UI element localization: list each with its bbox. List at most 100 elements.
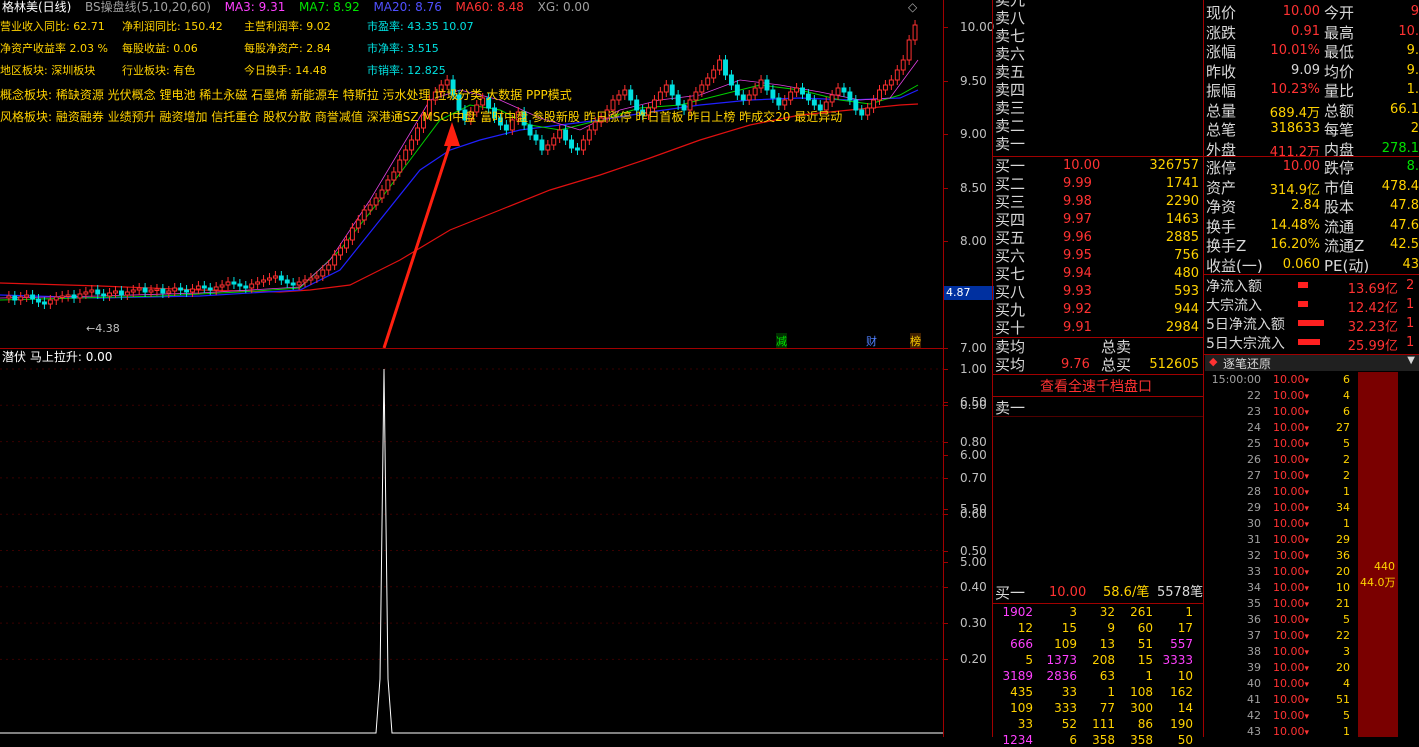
buy-level-price: 9.96 — [1063, 230, 1092, 245]
candle-body — [800, 87, 805, 95]
queue-cell: 109 — [1054, 637, 1077, 651]
queue-cell: 109 — [1010, 701, 1033, 715]
chart-header: 格林美(日线) BS操盘线(5,10,20,60) MA3: 9.31 MA7:… — [2, 0, 590, 16]
gear-icon[interactable]: ◆ — [1209, 355, 1217, 368]
candle-body — [65, 294, 71, 297]
queue-cell: 63 — [1099, 669, 1115, 683]
avg-buy-price: 9.76 — [1061, 357, 1090, 372]
tag-finance[interactable]: 财 — [866, 333, 877, 349]
candle-body — [871, 99, 877, 109]
flow-label: 大宗流入 — [1206, 298, 1262, 314]
tick-volume: 29 — [1336, 533, 1350, 546]
tick-price: 10.00▾ — [1273, 485, 1309, 498]
candle-body — [379, 189, 385, 199]
queue-cell: 190 — [1170, 717, 1193, 731]
tick-volume: 6 — [1343, 405, 1350, 418]
quote-label: 每笔 — [1324, 121, 1355, 139]
quote-value: 9. — [1406, 43, 1419, 58]
candle-body — [41, 301, 47, 305]
tick-volume: 3 — [1343, 645, 1350, 658]
sell-level-row[interactable]: 卖九 — [993, 0, 1203, 9]
tick-row: 42 10.00▾ 5 — [1205, 709, 1365, 725]
tick-volume: 2 — [1343, 469, 1350, 482]
tick-time: 27 — [1247, 469, 1261, 482]
sub-tick-mark — [943, 659, 948, 661]
candle-body — [207, 287, 213, 291]
tick-row: 34 10.00▾ 10 — [1205, 581, 1365, 597]
sell-level-row[interactable]: 卖五 — [993, 63, 1203, 81]
sell-level-label: 卖三 — [995, 99, 1026, 117]
queue-cell: 51 — [1137, 637, 1153, 651]
candle-body — [59, 295, 65, 298]
sell-level-row[interactable]: 卖三 — [993, 99, 1203, 117]
big-order-count: 440 — [1374, 560, 1395, 573]
tick-volume: 20 — [1336, 565, 1350, 578]
candle-body — [47, 299, 53, 305]
sell-level-row[interactable]: 卖七 — [993, 27, 1203, 45]
candle-body — [888, 79, 894, 86]
tick-volume: 2 — [1343, 453, 1350, 466]
queue-cell: 33 — [1017, 717, 1033, 731]
tick-price-value: 10.00 — [1273, 437, 1305, 450]
candle-body — [397, 159, 403, 173]
sub-tick-mark — [943, 405, 948, 407]
sell-level-row[interactable]: 卖六 — [993, 45, 1203, 63]
buy-level-row[interactable]: 买二 9.99 1741 — [993, 175, 1203, 193]
buy-level-volume: 756 — [1174, 248, 1199, 263]
buy-level-row[interactable]: 买九 9.92 944 — [993, 301, 1203, 319]
sell-level-row[interactable]: 卖一 — [993, 135, 1203, 153]
tick-row: 37 10.00▾ 22 — [1205, 629, 1365, 645]
buy-level-row[interactable]: 买三 9.98 2290 — [993, 193, 1203, 211]
buy-level-row[interactable]: 买五 9.96 2885 — [993, 229, 1203, 247]
buy-level-row[interactable]: 买四 9.97 1463 — [993, 211, 1203, 229]
total-buy-value: 512605 — [1149, 357, 1199, 372]
big-order-volume: 44.0万 — [1360, 576, 1396, 589]
sell-level-row[interactable]: 卖八 — [993, 9, 1203, 27]
tick-time: 32 — [1247, 549, 1261, 562]
buy-level-row[interactable]: 买七 9.94 480 — [993, 265, 1203, 283]
tick-price-value: 10.00 — [1273, 405, 1305, 418]
tick-row: 22 10.00▾ 4 — [1205, 389, 1365, 405]
queue-cell: 358 — [1092, 733, 1115, 747]
quote-value: 9 — [1410, 4, 1419, 19]
candle-body — [628, 89, 634, 101]
sell-level-row[interactable]: 卖四 — [993, 81, 1203, 99]
tick-time: 25 — [1247, 437, 1261, 450]
buy-level-volume: 326757 — [1149, 158, 1199, 173]
candle-body — [118, 290, 124, 296]
quote-value: 47.6 — [1390, 217, 1419, 233]
tag-reduce[interactable]: 减 — [776, 333, 787, 349]
sell-level-label: 卖五 — [995, 63, 1026, 81]
candle-body — [255, 281, 261, 285]
candle-body — [693, 91, 699, 101]
buy-level-row[interactable]: 买六 9.95 756 — [993, 247, 1203, 265]
candle-body — [130, 289, 136, 293]
flow-value: 25.99亿 — [1347, 339, 1398, 354]
candle-body — [95, 289, 101, 295]
candle-body — [675, 94, 681, 106]
quote-value: 1. — [1406, 82, 1419, 97]
candle-body — [24, 294, 30, 298]
full-depth-button[interactable]: 查看全速千档盘口 — [1040, 376, 1152, 396]
candle-body — [740, 94, 746, 101]
quote-label: 涨跌 — [1206, 23, 1237, 42]
buy-level-volume: 2290 — [1165, 194, 1199, 209]
candle-body — [764, 79, 770, 91]
tick-price-value: 10.00 — [1273, 501, 1305, 514]
buy-level-row[interactable]: 买十 9.91 2984 — [993, 319, 1203, 337]
chevron-down-icon[interactable]: ▼ — [1407, 355, 1415, 366]
queue-buy-per: 58.6/笔 — [1103, 585, 1150, 600]
queue-cell: 50 — [1177, 733, 1193, 747]
queue-buy-row: 买一 10.00 58.6/笔 5578笔 — [993, 584, 1203, 602]
candle-body — [533, 134, 539, 141]
tag-rank[interactable]: 榜 — [910, 333, 921, 349]
candle-body — [829, 94, 835, 103]
buy-level-price: 10.00 — [1063, 158, 1101, 173]
avg-buy-label: 买均 — [995, 356, 1026, 374]
buy-level-row[interactable]: 买八 9.93 593 — [993, 283, 1203, 301]
ma7-value: MA7: 8.92 — [299, 0, 360, 14]
diamond-icon[interactable]: ◇ — [908, 0, 917, 14]
ticks-header[interactable]: ◆ 逐笔还原 ▼ — [1205, 355, 1419, 371]
sell-level-row[interactable]: 卖二 — [993, 117, 1203, 135]
buy-level-row[interactable]: 买一 10.00 326757 — [993, 157, 1203, 175]
